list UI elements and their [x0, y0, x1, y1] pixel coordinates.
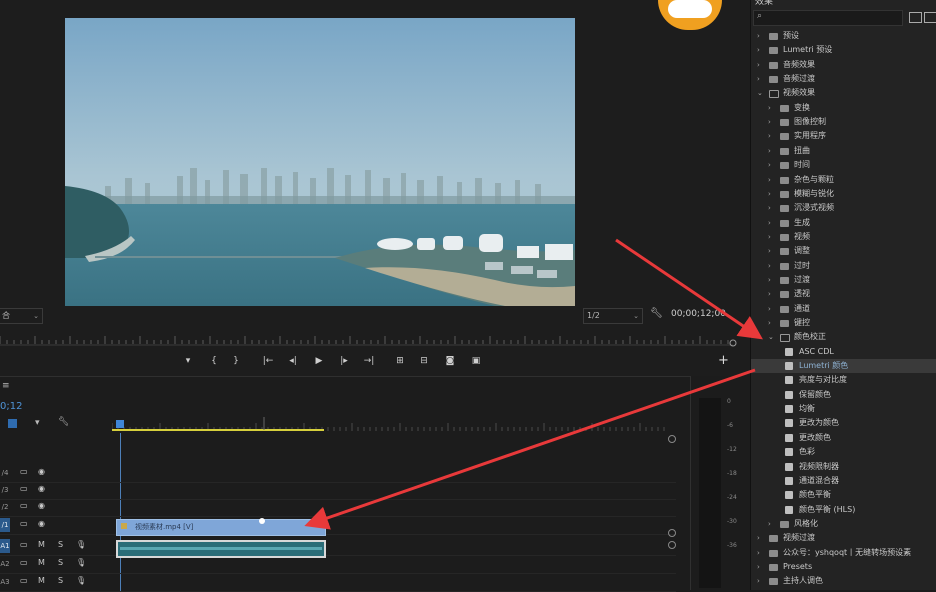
arrow-to-color-correction: [615, 238, 763, 340]
annotation-arrows: [304, 238, 763, 530]
arrow-to-clip: [304, 368, 756, 530]
